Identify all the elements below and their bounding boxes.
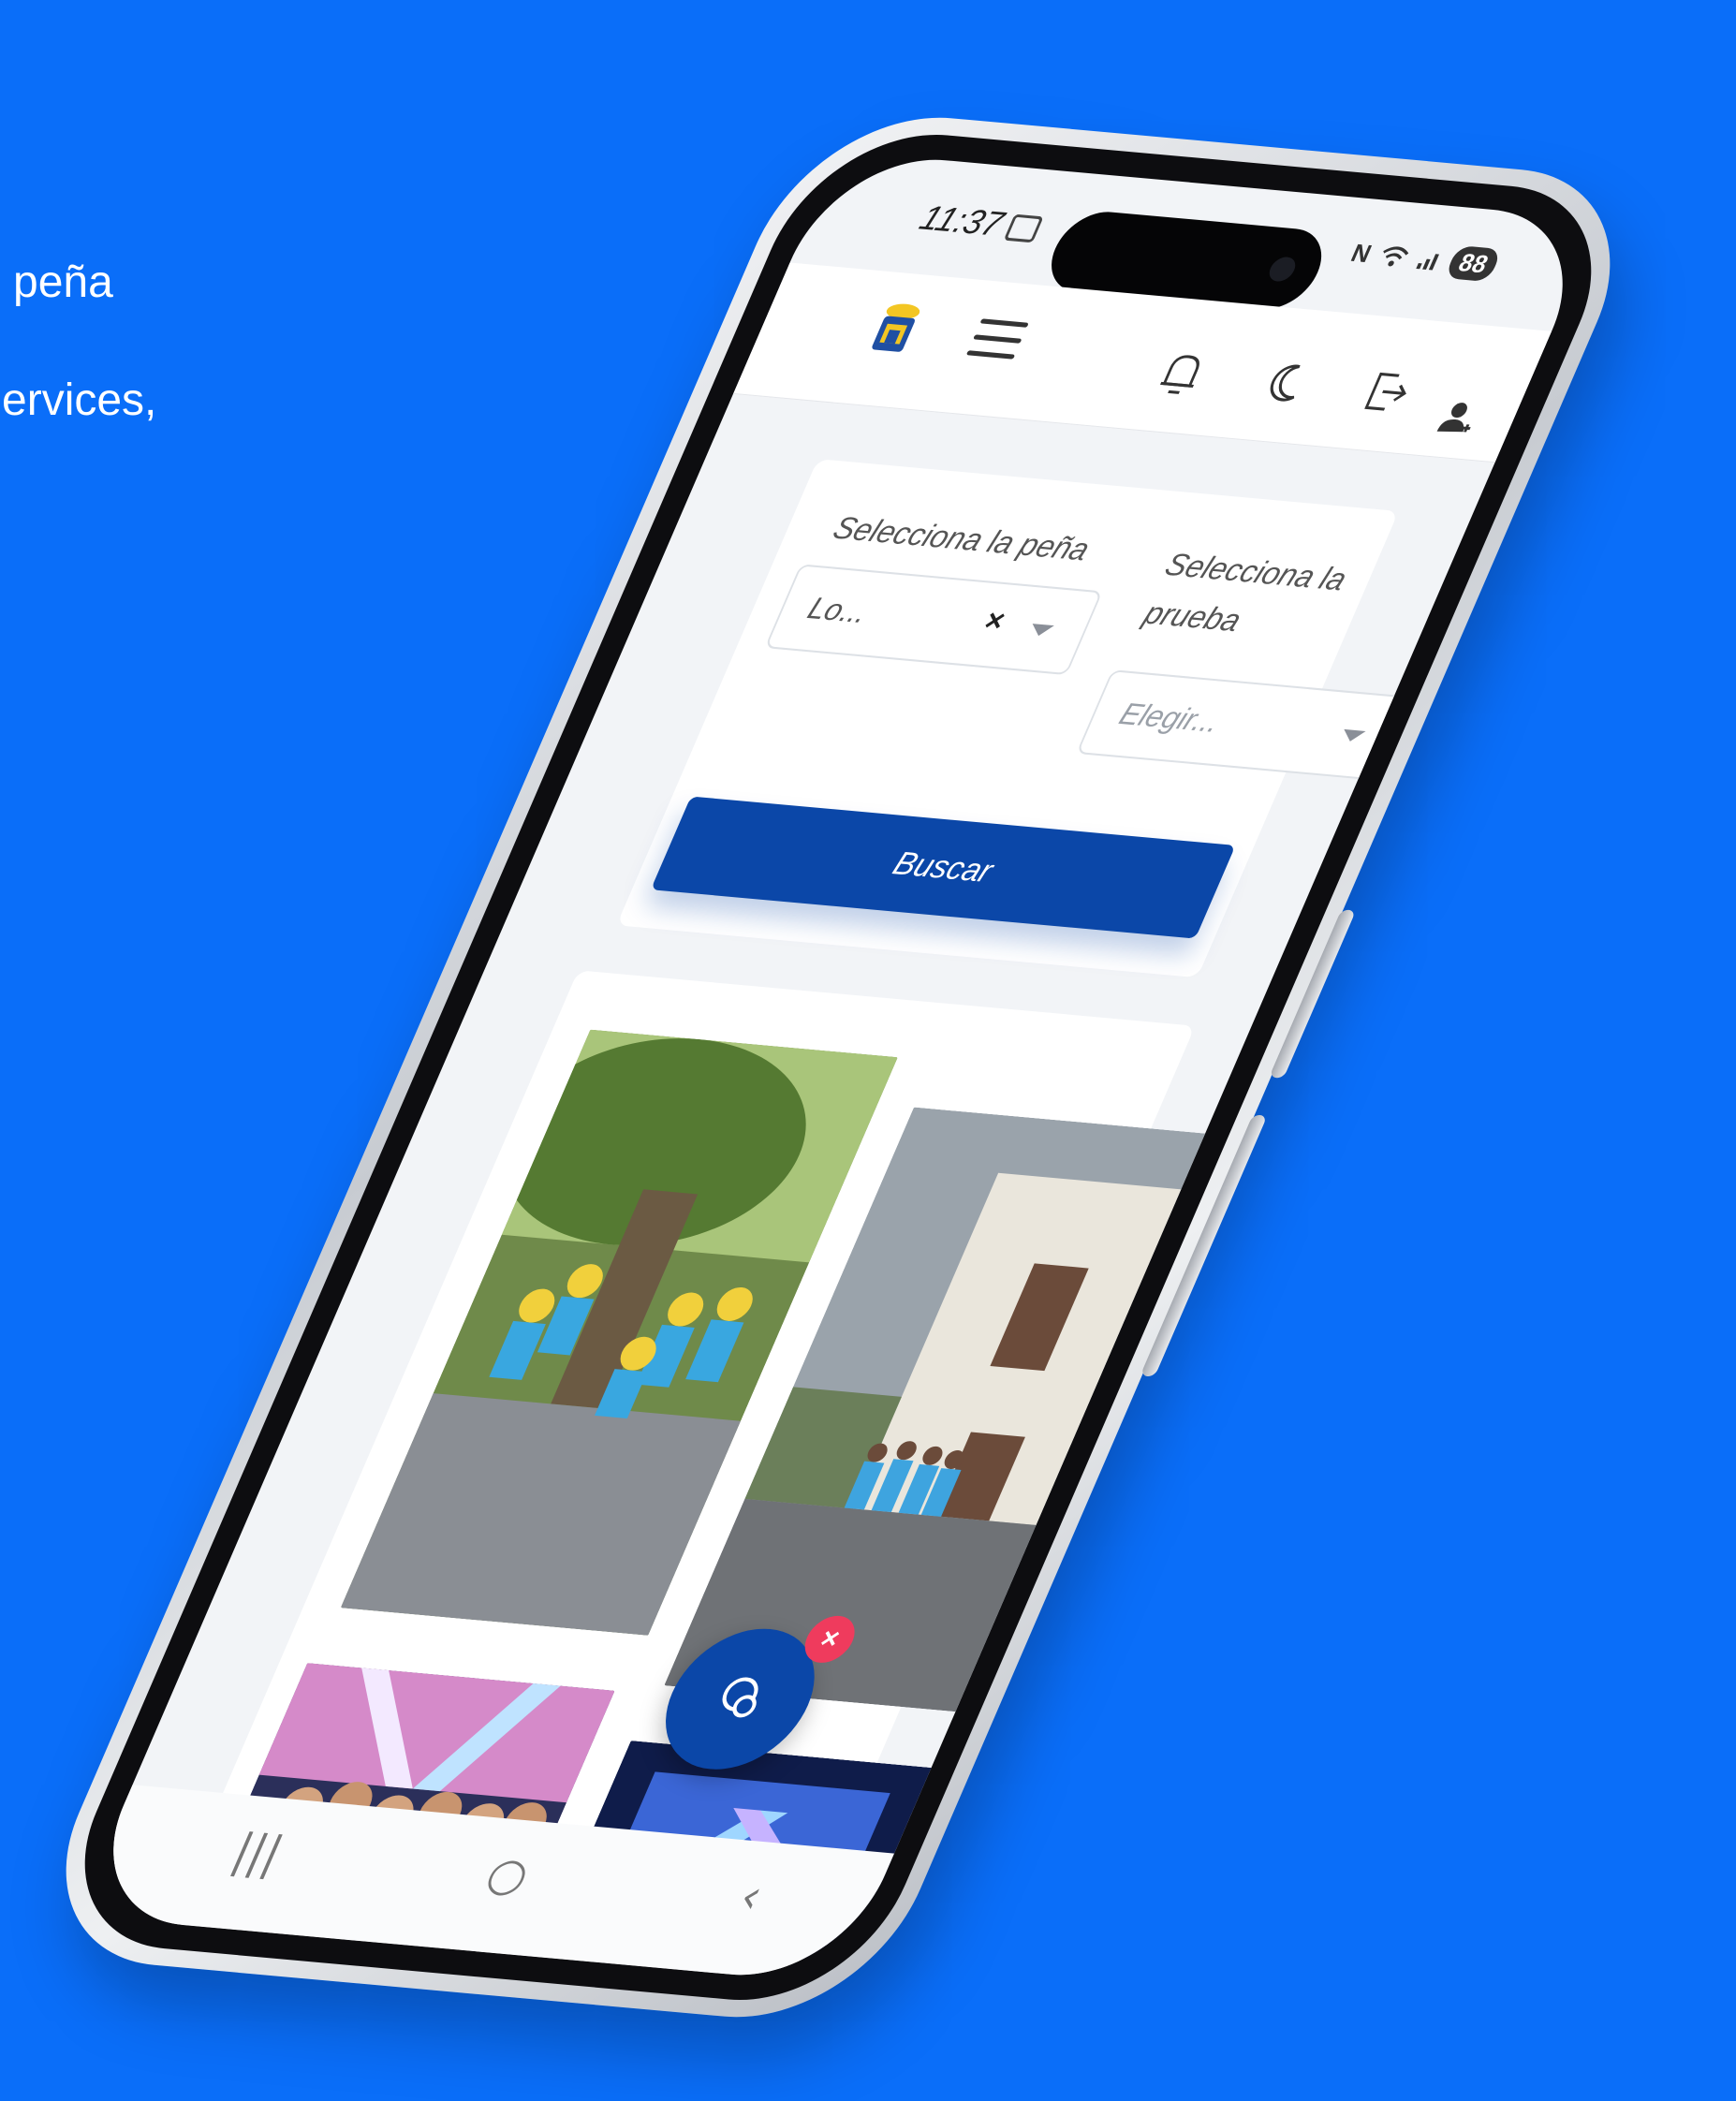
phone-screen: 11:37 N 88 Selecciona la peña Lo... × Se… [76,150,1600,1985]
nfc-icon: N [1346,238,1376,269]
camera-lens [1265,256,1300,283]
pena-select[interactable]: Lo... × [764,564,1103,676]
recent-apps-icon[interactable]: ||| [225,1824,291,1880]
status-icons: N 88 [1346,237,1503,283]
battery-indicator: 88 [1444,245,1503,283]
status-time: 11:37 [914,198,1048,247]
prueba-select-placeholder: Elegir... [1114,696,1227,739]
status-time-text: 11:37 [914,198,1010,243]
caption-line-1: or peña [0,257,113,307]
chevron-down-icon [1027,624,1054,638]
hamburger-menu-icon[interactable] [965,318,1029,360]
moon-icon[interactable] [1250,355,1319,411]
clear-icon[interactable]: × [979,603,1011,639]
caption-line-2: Services, [0,375,157,425]
logout-icon[interactable] [1353,364,1422,420]
screen-record-icon [1003,214,1044,243]
pena-label: Selecciona la peña [828,509,1096,567]
chat-icon [722,1677,758,1717]
back-icon[interactable]: ‹ [731,1870,772,1923]
chevron-down-icon [1339,728,1366,742]
caption-line-3: s. [0,431,281,491]
wifi-icon [1383,246,1409,266]
background-caption: or peña Services, s. [0,253,281,491]
home-icon[interactable]: ○ [478,1847,538,1903]
prueba-select[interactable]: Elegir... [1076,669,1415,781]
header-actions [1147,345,1423,420]
bell-icon[interactable] [1147,345,1216,402]
user-add-icon[interactable] [1432,398,1484,438]
logo-icon[interactable] [863,301,928,359]
signal-icon [1416,253,1440,271]
buscar-button[interactable]: Buscar [650,796,1236,939]
filter-card: Selecciona la peña Lo... × Selecciona la… [616,459,1415,978]
prueba-label: Selecciona la prueba [1136,540,1355,654]
pena-select-value: Lo... [802,590,875,630]
